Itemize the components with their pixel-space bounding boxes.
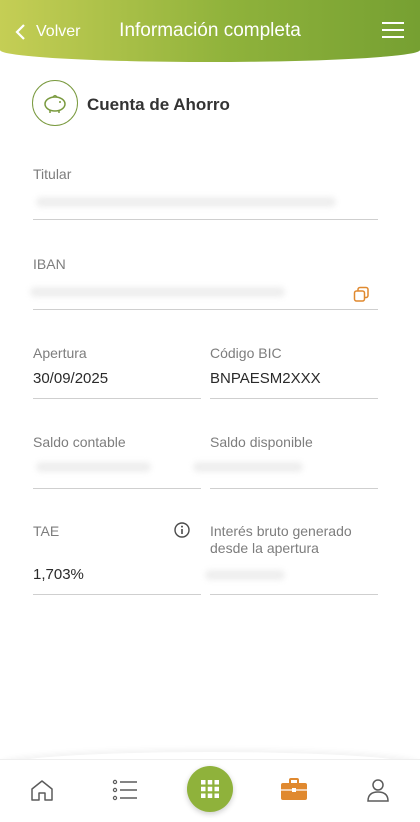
iban-value-redacted [30,287,285,297]
saldo-disponible-label: Saldo disponible [210,434,313,450]
grid-icon [201,780,219,798]
grid-menu-button[interactable] [187,766,233,812]
divider [33,309,378,310]
top-header: Volver Información completa [0,0,420,62]
apertura-label: Apertura [33,345,87,361]
saldo-disponible-value-redacted [193,462,303,472]
iban-label: IBAN [33,256,66,272]
divider [33,398,201,399]
interes-label-line1: Interés bruto generado [210,523,352,539]
home-icon[interactable] [28,776,56,804]
page-title: Información completa [119,20,301,41]
copy-icon[interactable] [353,286,370,303]
user-icon[interactable] [364,776,392,804]
info-icon[interactable] [174,522,190,538]
piggy-bank-icon [32,80,78,126]
interes-value-redacted [205,570,285,580]
list-icon[interactable] [111,776,139,804]
apertura-value: 30/09/2025 [33,370,109,387]
titular-label: Titular [33,166,72,182]
briefcase-icon[interactable] [280,776,308,804]
saldo-contable-value-redacted [36,462,151,472]
hamburger-menu-icon[interactable] [382,22,404,40]
interes-label-line2: desde la apertura [210,540,319,556]
divider [210,398,378,399]
divider [33,594,201,595]
bic-value: BNPAESM2XXX [210,370,321,387]
divider [33,488,201,489]
divider [210,488,378,489]
divider [210,594,378,595]
account-title: Cuenta de Ahorro [87,95,230,114]
tae-value: 1,703% [33,566,84,583]
titular-value-redacted [36,197,336,207]
tae-label: TAE [33,523,60,539]
bic-label: Código BIC [210,345,282,361]
divider [33,219,378,220]
saldo-contable-label: Saldo contable [33,434,126,450]
